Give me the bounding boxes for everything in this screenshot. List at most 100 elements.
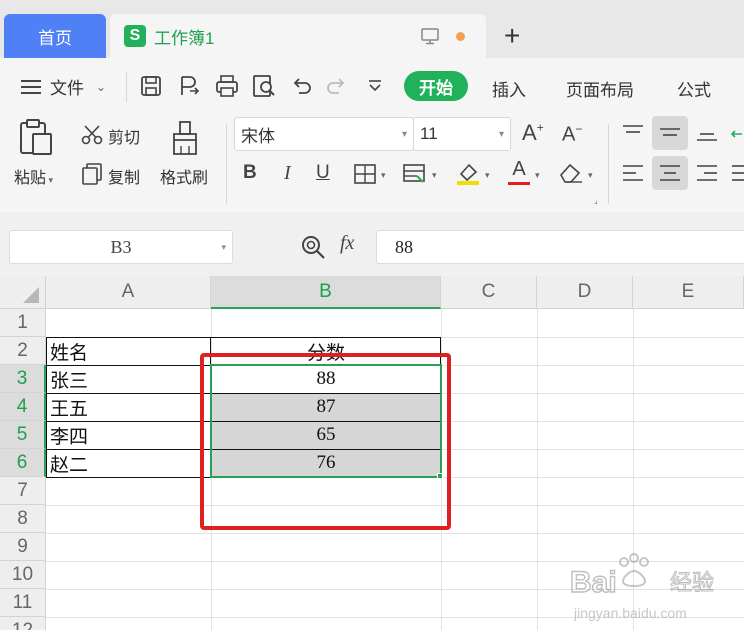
quick-access-dropdown-icon[interactable]: [362, 73, 388, 99]
gridline: [537, 309, 538, 630]
align-bottom-icon[interactable]: [694, 122, 720, 144]
format-painter-icon[interactable]: [170, 120, 200, 156]
tab-insert[interactable]: 插入: [492, 76, 526, 101]
row-header-9[interactable]: 9: [0, 533, 46, 561]
select-all-corner[interactable]: [0, 276, 46, 309]
align-middle-button[interactable]: [652, 116, 688, 150]
name-box[interactable]: B3 ▾: [9, 230, 233, 264]
chevron-down-icon[interactable]: ▾: [588, 170, 593, 181]
chevron-down-icon: ▾: [401, 129, 407, 140]
cell-a3[interactable]: 张三: [46, 365, 211, 393]
save-icon[interactable]: [138, 73, 164, 99]
chevron-down-icon: ▾: [498, 129, 504, 140]
file-menu-label: 文件: [50, 79, 84, 98]
align-top-icon[interactable]: [620, 122, 646, 144]
row-header-12[interactable]: 12: [0, 617, 46, 630]
borders-icon[interactable]: [354, 164, 376, 184]
watermark-url: jingyan.baidu.com: [573, 605, 687, 621]
column-header-a[interactable]: A: [46, 276, 211, 309]
row-header-1[interactable]: 1: [0, 309, 46, 337]
print-icon[interactable]: [214, 73, 240, 99]
tab-formula[interactable]: 公式: [677, 76, 711, 101]
font-color-swatch: [508, 182, 530, 185]
chevron-down-icon[interactable]: ▾: [535, 170, 540, 181]
chevron-down-icon[interactable]: ▾: [381, 170, 386, 181]
bold-button[interactable]: B: [243, 162, 257, 184]
format-painter-button[interactable]: 格式刷: [160, 164, 208, 188]
align-center-button[interactable]: [652, 156, 688, 190]
copy-button[interactable]: 复制: [108, 164, 140, 188]
font-dialog-launcher-icon[interactable]: ⌟: [594, 196, 598, 205]
row-header-4[interactable]: 4: [0, 393, 46, 421]
paste-icon[interactable]: [18, 118, 54, 156]
grow-font-button[interactable]: A+: [522, 120, 544, 146]
chevron-down-icon: ⌄: [96, 79, 107, 94]
row-header-3[interactable]: 3: [0, 365, 46, 393]
font-color-button[interactable]: A: [508, 158, 530, 186]
undo-icon[interactable]: [288, 73, 314, 99]
divider: [608, 124, 609, 204]
chevron-down-icon[interactable]: ▾: [221, 231, 226, 263]
ribbon: 文件 ⌄ 开始 插入 页面布局 公式 粘贴 ▾ 剪切 复制 格式刷 宋体 ▾ 1…: [0, 58, 744, 212]
paste-label: 粘贴: [14, 170, 47, 187]
chevron-down-icon[interactable]: ▾: [432, 170, 437, 181]
redo-icon[interactable]: [324, 73, 350, 99]
cell-a6[interactable]: 赵二: [46, 449, 211, 477]
tab-start[interactable]: 开始: [404, 71, 468, 101]
row-header-2[interactable]: 2: [0, 337, 46, 365]
cut-button[interactable]: 剪切: [108, 124, 140, 148]
row-header-11[interactable]: 11: [0, 589, 46, 617]
copy-icon[interactable]: [80, 162, 104, 186]
tab-home[interactable]: 首页: [4, 14, 106, 58]
align-center-icon: [660, 165, 680, 181]
justify-icon[interactable]: [730, 162, 744, 184]
name-box-value: B3: [110, 237, 132, 257]
divider: [226, 124, 227, 204]
tab-page-layout[interactable]: 页面布局: [566, 76, 634, 101]
chevron-down-icon[interactable]: ▾: [485, 170, 490, 181]
monitor-icon[interactable]: [420, 26, 440, 46]
font-name-select[interactable]: 宋体 ▾: [234, 117, 414, 151]
baidu-jingyan-watermark: Bai 经验 jingyan.baidu.com: [569, 553, 715, 621]
column-header-d[interactable]: D: [537, 276, 633, 309]
indent-arrow-icon[interactable]: [730, 124, 744, 144]
unsaved-dot-icon: [456, 32, 465, 41]
row-header-10[interactable]: 10: [0, 561, 46, 589]
zoom-lookup-icon[interactable]: [300, 234, 326, 260]
table-border: [46, 337, 441, 338]
tab-bar: 首页 S 工作簿1 +: [0, 0, 744, 58]
eraser-icon[interactable]: [558, 162, 584, 184]
shrink-font-icon: A: [562, 123, 576, 146]
font-size-select[interactable]: 11 ▾: [413, 117, 511, 151]
cell-a2[interactable]: 姓名: [46, 337, 211, 365]
column-header-e[interactable]: E: [633, 276, 744, 309]
cell-a5[interactable]: 李四: [46, 421, 211, 449]
column-header-b[interactable]: B: [211, 276, 441, 309]
file-menu[interactable]: 文件 ⌄: [20, 74, 106, 99]
align-middle-icon: [660, 128, 680, 136]
column-header-c[interactable]: C: [441, 276, 537, 309]
cell-a4[interactable]: 王五: [46, 393, 211, 421]
print-preview-icon[interactable]: [251, 73, 277, 99]
italic-button[interactable]: I: [284, 162, 291, 185]
cell-style-icon[interactable]: [403, 164, 427, 184]
row-header-8[interactable]: 8: [0, 505, 46, 533]
fill-color-icon[interactable]: [455, 160, 481, 186]
row-header-5[interactable]: 5: [0, 421, 46, 449]
align-left-icon[interactable]: [620, 162, 646, 184]
insert-function-button[interactable]: fx: [340, 232, 354, 255]
new-tab-button[interactable]: +: [504, 20, 520, 52]
row-header-6[interactable]: 6: [0, 449, 46, 477]
paste-button[interactable]: 粘贴 ▾: [14, 164, 53, 188]
scissors-icon[interactable]: [80, 123, 104, 147]
font-name-value: 宋体: [241, 126, 275, 146]
row-header-7[interactable]: 7: [0, 477, 46, 505]
workbook-title: 工作簿1: [154, 28, 215, 48]
align-right-icon[interactable]: [694, 162, 720, 184]
watermark-brand: Bai: [570, 566, 617, 599]
shrink-font-button[interactable]: A−: [562, 122, 582, 147]
formula-input[interactable]: 88: [376, 230, 744, 264]
underline-button[interactable]: U: [316, 162, 330, 184]
tab-workbook[interactable]: S 工作簿1: [110, 14, 486, 58]
export-icon[interactable]: [176, 73, 202, 99]
